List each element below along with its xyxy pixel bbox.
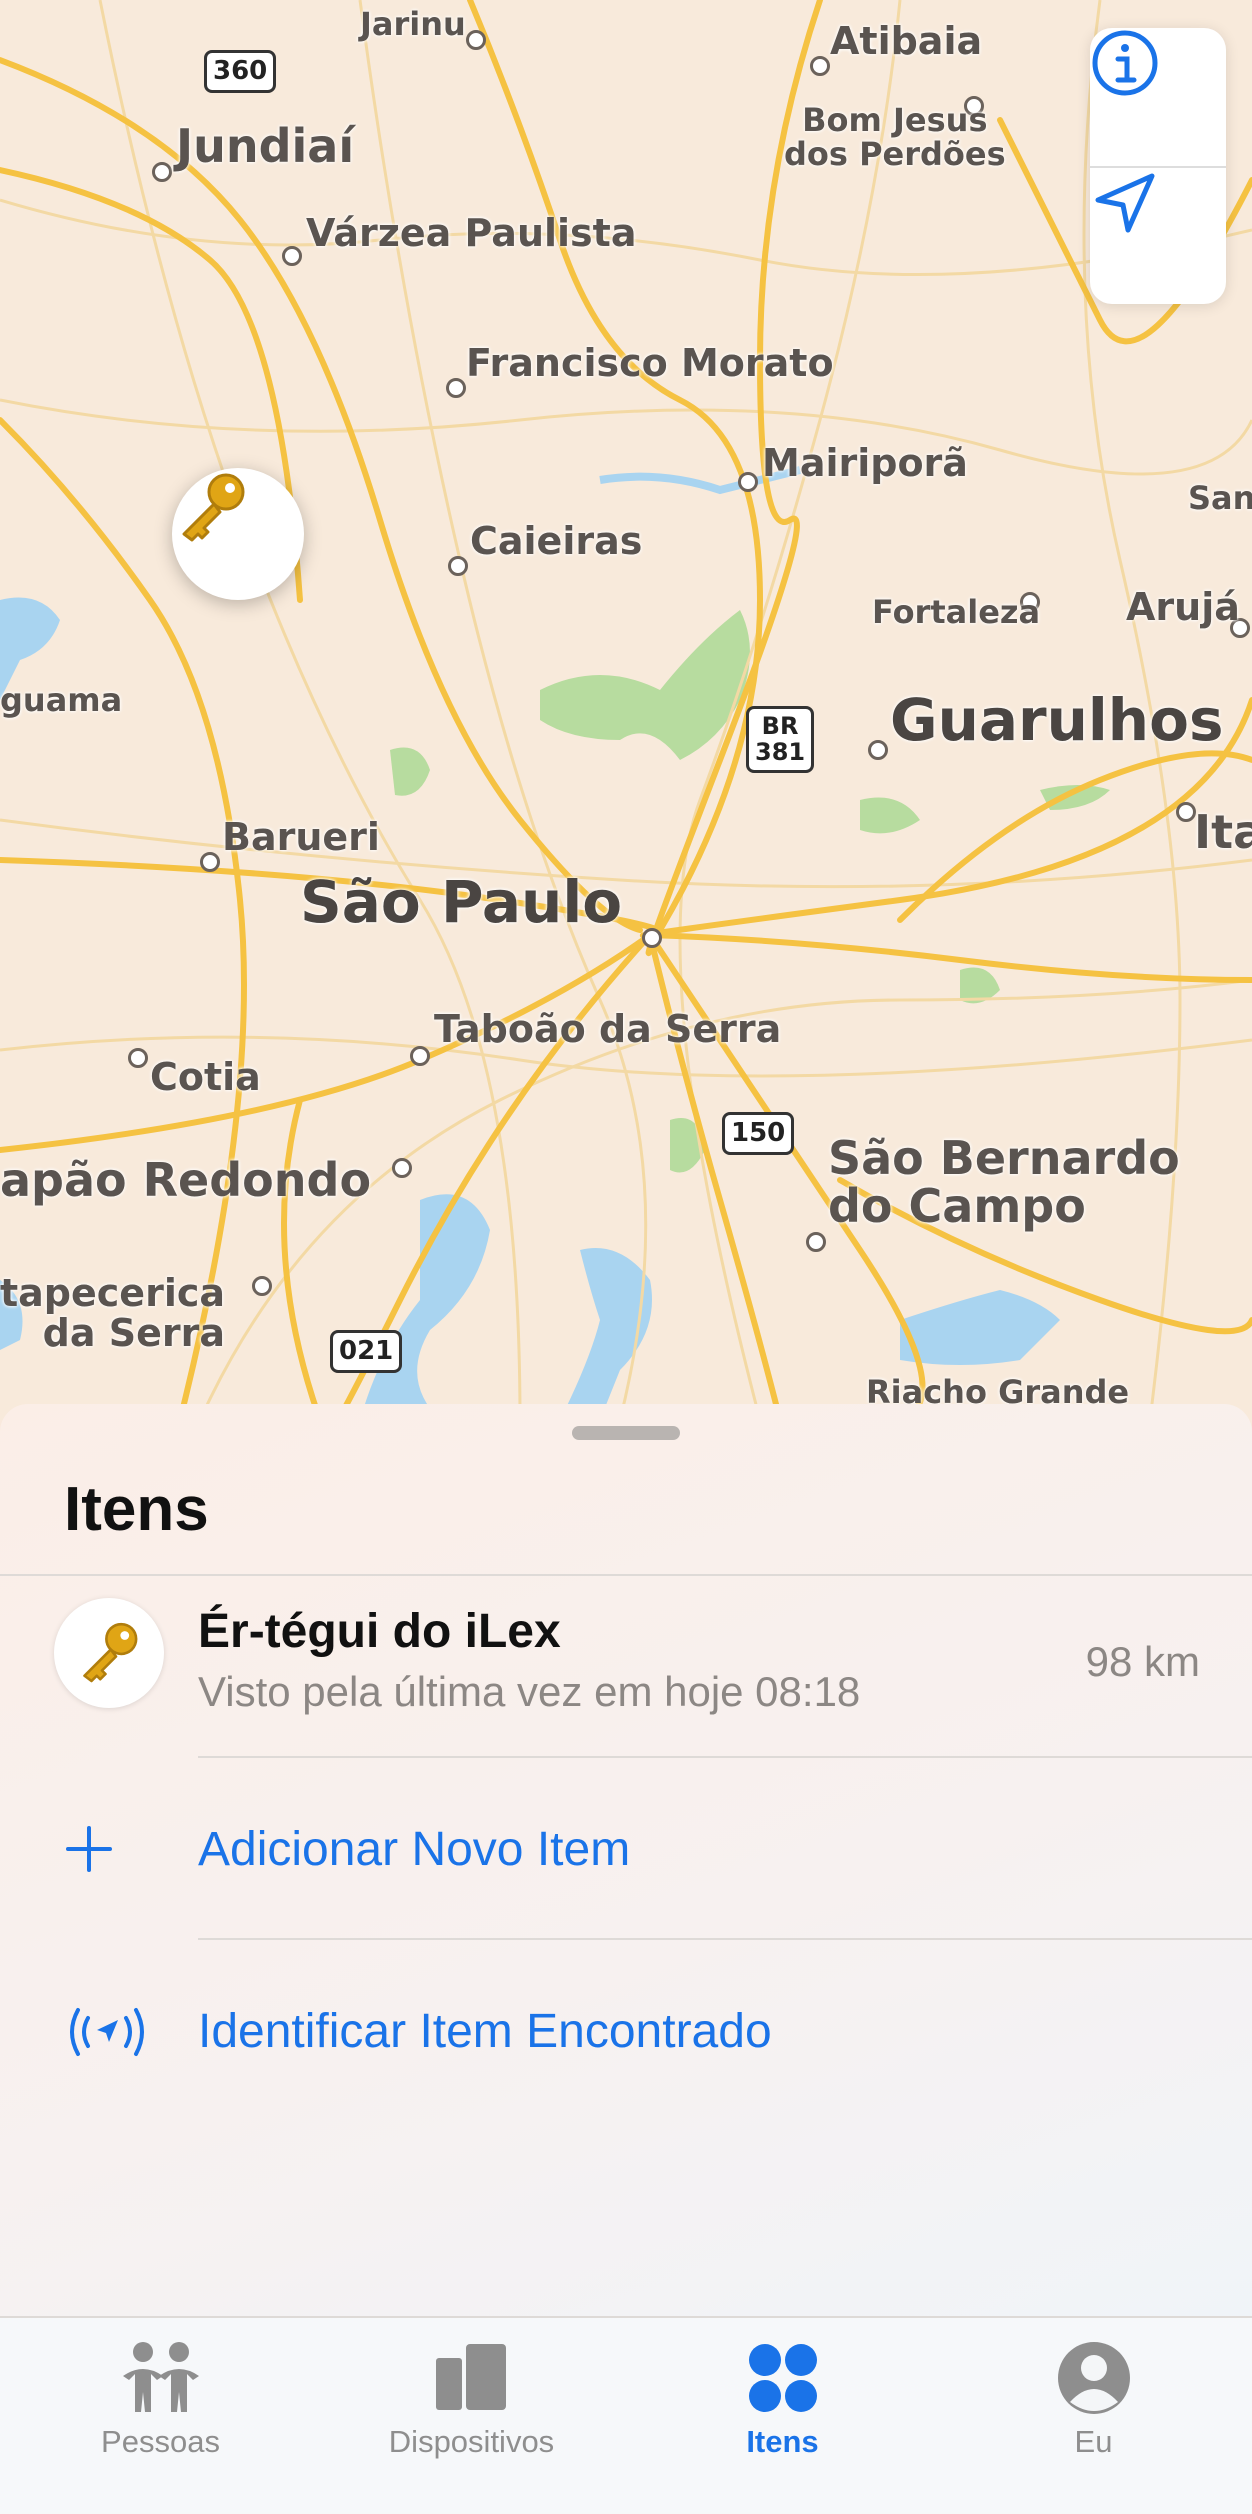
tab-label: Eu	[1074, 2424, 1113, 2459]
tab-label: Dispositivos	[388, 2424, 555, 2459]
person-circle-icon	[1057, 2342, 1130, 2414]
tab-label: Pessoas	[101, 2424, 220, 2459]
info-icon	[1092, 30, 1158, 96]
city-label: Barueri	[222, 815, 380, 859]
map-info-button[interactable]	[1090, 28, 1226, 166]
city-label: Fortaleza	[872, 593, 1041, 631]
key-icon	[83, 1622, 138, 1683]
highway-shield: 150	[722, 1112, 795, 1155]
broadcast-icon	[70, 2008, 144, 2056]
map-view[interactable]: 360 BR 381 150 021 Jarinu Atibaia Bom Je…	[0, 0, 1252, 1420]
city-dot	[282, 246, 302, 266]
highway-shield: 021	[330, 1330, 403, 1373]
city-dot	[806, 1232, 826, 1252]
city-label: São Paulo	[300, 868, 623, 936]
city-dot	[128, 1048, 148, 1068]
identify-found-item-button[interactable]: Identificar Item Encontrado	[0, 1940, 1252, 2120]
location-arrow-icon	[1095, 173, 1155, 233]
city-label: Atibaia	[830, 19, 983, 63]
city-label: Caieiras	[470, 519, 643, 563]
city-dot	[448, 556, 468, 576]
plus-icon	[66, 1826, 112, 1872]
city-label: Ita	[1194, 805, 1252, 859]
key-icon	[182, 473, 245, 542]
people-icon	[122, 2342, 199, 2412]
item-name: Ér-tégui do iLex	[198, 1605, 561, 1658]
city-dot	[738, 472, 758, 492]
city-label: Bom Jesus dos Perdões	[784, 101, 1006, 173]
item-row[interactable]: Ér-tégui do iLex Visto pela última vez e…	[0, 1576, 1252, 1756]
city-dot	[642, 928, 662, 948]
city-label: Guarulhos	[890, 686, 1224, 754]
city-dot	[252, 1276, 272, 1296]
tab-bar: Pessoas Dispositivos Itens Eu	[0, 2316, 1252, 2514]
map-controls	[1090, 28, 1226, 304]
city-label: Cotia	[150, 1055, 261, 1099]
tab-eu[interactable]: Eu	[937, 2318, 1250, 2514]
city-label: tapecerica da Serra	[0, 1271, 226, 1355]
city-dot	[152, 162, 172, 182]
sheet-grabber[interactable]	[572, 1426, 680, 1440]
item-avatar	[54, 1598, 164, 1708]
city-label: San	[1188, 479, 1252, 517]
devices-icon	[435, 2344, 506, 2410]
city-label: Francisco Morato	[466, 341, 834, 385]
city-label: Várzea Paulista	[306, 211, 637, 255]
city-dot	[868, 740, 888, 760]
city-dot	[392, 1158, 412, 1178]
city-label: Mairiporã	[762, 441, 968, 485]
city-dot	[200, 852, 220, 872]
tab-itens[interactable]: Itens	[626, 2318, 939, 2514]
city-dot	[1176, 802, 1196, 822]
add-new-item-label: Adicionar Novo Item	[198, 1823, 631, 1876]
item-distance: 98 km	[1085, 1638, 1200, 1685]
city-label: Taboão da Serra	[434, 1007, 782, 1051]
city-label: Jundiaí	[176, 119, 355, 173]
item-last-seen: Visto pela última vez em hoje 08:18	[198, 1668, 861, 1715]
items-icon	[748, 2344, 817, 2412]
tab-dispositivos[interactable]: Dispositivos	[315, 2318, 628, 2514]
identify-found-item-label: Identificar Item Encontrado	[198, 2005, 772, 2058]
track-location-button[interactable]	[1090, 168, 1226, 306]
city-dot	[810, 56, 830, 76]
city-label: guama	[0, 681, 123, 719]
tab-label: Itens	[746, 2424, 819, 2459]
city-dot	[466, 30, 486, 50]
city-label: Arujá	[1126, 585, 1240, 629]
sheet-title: Itens	[64, 1475, 209, 1544]
city-label: São Bernardo do Campo	[828, 1131, 1180, 1234]
tab-pessoas[interactable]: Pessoas	[4, 2318, 317, 2514]
city-label: apão Redondo	[0, 1153, 372, 1207]
city-label: Jarinu	[360, 5, 466, 43]
city-dot	[410, 1046, 430, 1066]
item-map-pin[interactable]	[172, 468, 304, 600]
highway-shield: 360	[204, 50, 277, 93]
city-dot	[446, 378, 466, 398]
highway-shield: BR 381	[746, 706, 815, 773]
add-new-item-button[interactable]: Adicionar Novo Item	[0, 1758, 1252, 1938]
